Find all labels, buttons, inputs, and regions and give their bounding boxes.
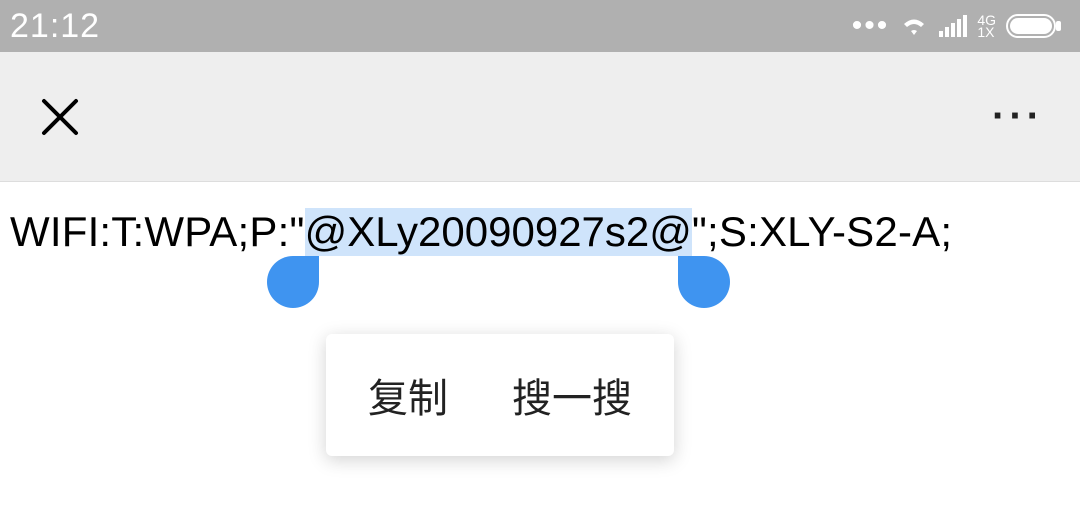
wifi-icon <box>899 14 929 38</box>
app-bar: ··· <box>0 52 1080 182</box>
text-suffix: ";S:XLY-S2-A; <box>692 208 952 255</box>
status-time: 21:12 <box>10 7 100 46</box>
content-text[interactable]: WIFI:T:WPA;P:"@XLy20090927s2@";S:XLY-S2-… <box>0 182 1080 256</box>
battery-icon <box>1006 14 1062 38</box>
text-prefix: WIFI:T:WPA;P:" <box>10 208 305 255</box>
selected-text[interactable]: @XLy20090927s2@ <box>305 208 692 256</box>
selection-handle-left[interactable] <box>267 256 319 308</box>
more-button[interactable]: ··· <box>992 94 1044 139</box>
network-label: 4G 1X <box>977 14 996 38</box>
context-menu: 复制 搜一搜 <box>326 334 674 456</box>
close-button[interactable] <box>36 93 84 141</box>
status-bar: 21:12 ••• 4G 1X <box>0 0 1080 52</box>
status-right: ••• 4G 1X <box>852 11 1062 41</box>
selection-handle-right[interactable] <box>678 256 730 308</box>
menu-search[interactable]: 搜一搜 <box>512 366 632 424</box>
menu-copy[interactable]: 复制 <box>368 366 448 424</box>
signal-icon <box>939 15 969 37</box>
status-dots-icon: ••• <box>852 11 890 41</box>
